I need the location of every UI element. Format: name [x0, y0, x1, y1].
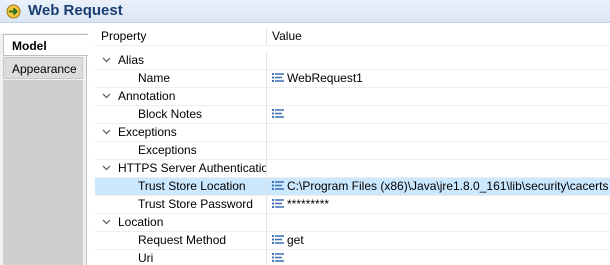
chevron-down-icon[interactable]	[102, 57, 111, 63]
property-row[interactable]: Trust Store Password *********	[95, 196, 610, 214]
tab-appearance[interactable]: Appearance	[3, 57, 83, 79]
value-cell	[268, 124, 610, 141]
property-cell[interactable]: Location	[95, 214, 267, 231]
tab-strip-background	[3, 80, 83, 265]
property-cell[interactable]: Name	[95, 70, 267, 87]
window-title: Web Request	[28, 2, 123, 19]
category-row[interactable]: Alias	[95, 52, 610, 70]
value-cell	[268, 160, 610, 177]
text-lines-icon	[272, 73, 284, 82]
property-value: get	[287, 233, 304, 247]
web-request-icon	[6, 4, 21, 19]
value-cell	[268, 88, 610, 105]
category-row[interactable]: Exceptions	[95, 124, 610, 142]
chevron-down-icon[interactable]	[102, 93, 111, 99]
property-cell[interactable]: Uri	[95, 250, 267, 265]
property-cell[interactable]: Annotation	[95, 88, 267, 105]
property-cell[interactable]: Trust Store Password	[95, 196, 267, 213]
property-value: *********	[287, 197, 330, 211]
property-row[interactable]: Exceptions	[95, 142, 610, 160]
value-cell	[268, 214, 610, 231]
property-table: Property Value Alias Name WebRequest1 Annot…	[95, 28, 610, 265]
text-lines-icon	[272, 109, 284, 118]
text-lines-icon	[272, 199, 284, 208]
property-cell[interactable]: Block Notes	[95, 106, 267, 123]
category-label: Location	[118, 215, 164, 229]
value-cell[interactable]	[268, 250, 610, 265]
value-cell[interactable]	[268, 106, 610, 123]
tab-model[interactable]: Model	[3, 34, 88, 56]
category-label: HTTPS Server Authentication	[118, 161, 267, 175]
text-lines-icon	[272, 253, 284, 262]
text-lines-icon	[272, 235, 284, 244]
property-cell[interactable]: HTTPS Server Authentication	[95, 160, 267, 177]
table-header: Property Value	[95, 28, 610, 46]
category-label: Annotation	[118, 89, 176, 103]
property-label: Trust Store Password	[138, 197, 253, 211]
value-cell	[268, 52, 610, 69]
property-label: Name	[138, 71, 171, 85]
property-row[interactable]: Block Notes	[95, 106, 610, 124]
text-lines-icon	[272, 181, 284, 190]
header-property[interactable]: Property	[95, 28, 267, 45]
category-row[interactable]: Annotation	[95, 88, 610, 106]
tab-strip: Model Appearance	[0, 33, 88, 265]
category-row[interactable]: Location	[95, 214, 610, 232]
property-label: Block Notes	[138, 107, 203, 121]
value-cell[interactable]: C:\Program Files (x86)\Java\jre1.8.0_161…	[268, 178, 610, 195]
property-cell[interactable]: Alias	[95, 52, 267, 69]
property-value: C:\Program Files (x86)\Java\jre1.8.0_161…	[287, 179, 609, 193]
category-row[interactable]: HTTPS Server Authentication	[95, 160, 610, 178]
value-cell[interactable]	[268, 142, 610, 159]
property-row[interactable]: Uri	[95, 250, 610, 265]
chevron-down-icon[interactable]	[102, 219, 111, 225]
value-cell[interactable]: *********	[268, 196, 610, 213]
property-label: Uri	[138, 251, 154, 265]
property-value: WebRequest1	[287, 71, 363, 85]
category-label: Alias	[118, 53, 145, 67]
value-cell[interactable]: WebRequest1	[268, 70, 610, 87]
property-row[interactable]: Trust Store Location C:\Program Files (x8…	[95, 178, 610, 196]
property-label: Trust Store Location	[138, 179, 246, 193]
property-row[interactable]: Request Method get	[95, 232, 610, 250]
property-label: Exceptions	[138, 143, 197, 157]
property-cell[interactable]: Request Method	[95, 232, 267, 249]
chevron-down-icon[interactable]	[102, 165, 111, 171]
header-value[interactable]: Value	[268, 28, 610, 45]
category-label: Exceptions	[118, 125, 177, 139]
property-cell[interactable]: Trust Store Location	[95, 178, 267, 195]
property-cell[interactable]: Exceptions	[95, 124, 267, 141]
value-cell[interactable]: get	[268, 232, 610, 249]
title-bar: Web Request	[0, 0, 610, 23]
chevron-down-icon[interactable]	[102, 129, 111, 135]
property-cell[interactable]: Exceptions	[95, 142, 267, 159]
property-label: Request Method	[138, 233, 227, 247]
property-row[interactable]: Name WebRequest1	[95, 70, 610, 88]
